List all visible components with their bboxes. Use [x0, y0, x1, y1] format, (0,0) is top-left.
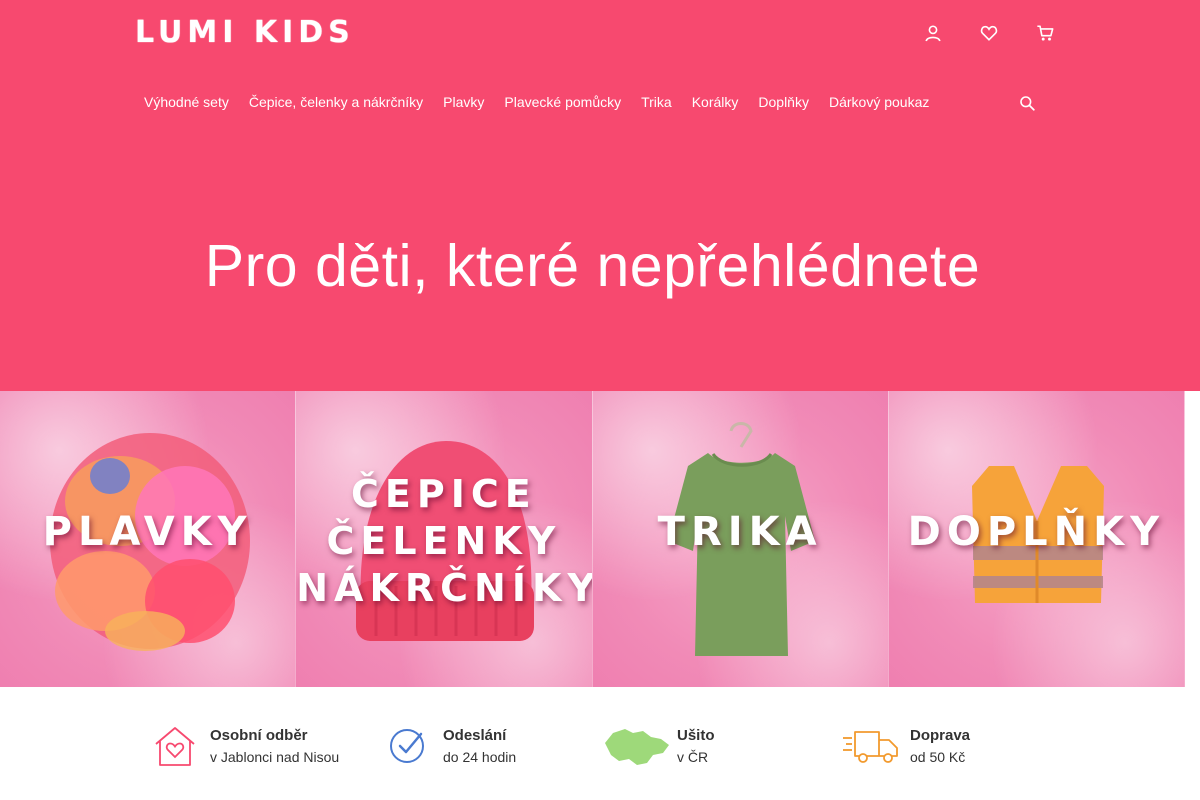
- benefit-title: Odeslání: [443, 727, 507, 744]
- category-label-plavky: PLAVKY: [42, 509, 253, 555]
- category-tile-doplnky[interactable]: DOPLŇKY: [888, 391, 1185, 687]
- house-heart-icon: [140, 723, 210, 769]
- category-tile-cepice[interactable]: ČEPICE ČELENKY NÁKRČNÍKY: [296, 391, 593, 687]
- category-label-cepice: ČEPICE ČELENKY NÁKRČNÍKY: [296, 471, 591, 612]
- benefit-subtitle: do 24 hodin: [443, 749, 517, 765]
- category-grid: PLAVKY ČEPICE ČELENKY NÁKRČNÍKY TRIKA DO…: [0, 391, 1185, 687]
- clock-check-icon: [373, 723, 443, 769]
- benefit-title: Ušito: [677, 727, 715, 744]
- benefit-usito: Ušito v ČR: [597, 723, 715, 769]
- benefit-doprava: Doprava od 50 Kč: [832, 723, 970, 769]
- nav-item-cepice[interactable]: Čepice, čelenky a nákrčníky: [239, 90, 433, 114]
- nav-item-trika[interactable]: Trika: [631, 90, 682, 114]
- benefit-osobni-odber: Osobní odběr v Jablonci nad Nisou: [140, 723, 339, 769]
- search-icon[interactable]: [1016, 92, 1038, 114]
- benefit-subtitle: v Jablonci nad Nisou: [210, 749, 340, 765]
- nav-item-koralky[interactable]: Korálky: [682, 90, 749, 114]
- category-label-line: NÁKRČNÍKY: [296, 566, 593, 610]
- user-icon[interactable]: [920, 20, 946, 46]
- nav-item-plavecke-pomucky[interactable]: Plavecké pomůcky: [494, 90, 631, 114]
- benefits-bar: Osobní odběr v Jablonci nad Nisou Odeslá…: [0, 687, 1200, 800]
- category-tile-plavky[interactable]: PLAVKY: [0, 391, 297, 687]
- logo-text[interactable]: LUMI KIDS: [135, 15, 355, 50]
- nav-item-darkovy-poukaz[interactable]: Dárkový poukaz: [819, 90, 939, 114]
- benefit-title: Osobní odběr: [210, 727, 308, 744]
- benefit-odeslani: Odeslání do 24 hodin: [373, 723, 516, 769]
- nav-item-doplnky[interactable]: Doplňky: [748, 90, 819, 114]
- delivery-truck-icon: [832, 723, 910, 769]
- category-label-line: ČEPICE: [351, 472, 537, 516]
- category-label-trika: TRIKA: [657, 509, 823, 555]
- category-label-line: ČELENKY: [326, 519, 562, 563]
- category-tile-trika[interactable]: TRIKA: [592, 391, 889, 687]
- nav-item-vyhodne-sety[interactable]: Výhodné sety: [134, 90, 239, 114]
- hero-headline: Pro děti, které nepřehlédnete: [204, 233, 981, 299]
- benefit-subtitle: od 50 Kč: [910, 749, 966, 765]
- czech-map-icon: [597, 723, 677, 769]
- benefit-subtitle: v ČR: [677, 749, 709, 765]
- heart-icon[interactable]: [976, 20, 1002, 46]
- benefit-title: Doprava: [910, 727, 971, 744]
- category-label-doplnky: DOPLŇKY: [907, 509, 1166, 555]
- nav-item-plavky[interactable]: Plavky: [433, 90, 494, 114]
- cart-icon[interactable]: [1032, 20, 1058, 46]
- header-actions: [920, 20, 1088, 46]
- header-hero: LUMI KIDS Výhodné sety Čepice, čelenky a…: [0, 0, 1200, 391]
- site-logo[interactable]: LUMI KIDS: [135, 14, 355, 50]
- main-nav: Výhodné sety Čepice, čelenky a nákrčníky…: [134, 90, 939, 114]
